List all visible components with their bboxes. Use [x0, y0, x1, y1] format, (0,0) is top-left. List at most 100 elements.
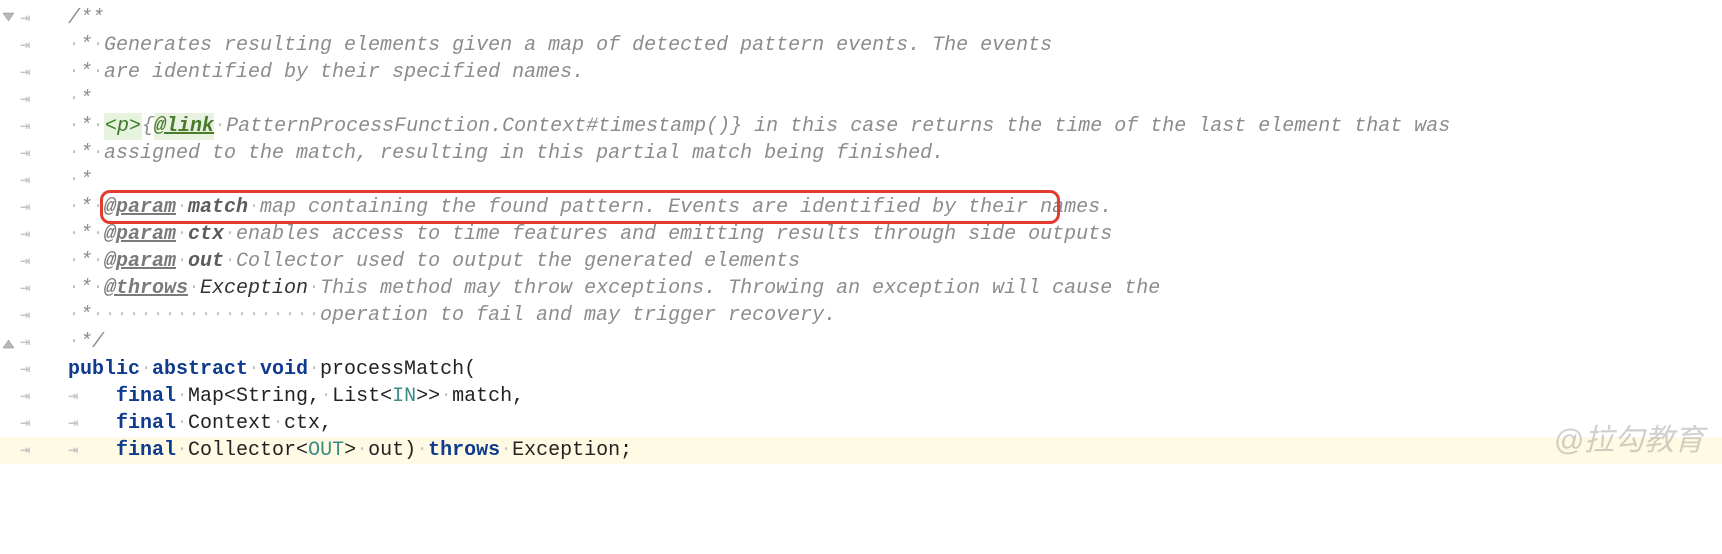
javadoc-star: * — [80, 248, 92, 275]
whitespace-dot — [68, 194, 80, 221]
whitespace-dot — [116, 302, 128, 329]
whitespace-dot — [176, 302, 188, 329]
javadoc-brace: } — [730, 113, 742, 140]
whitespace-dot — [272, 302, 284, 329]
code-line[interactable]: * — [0, 167, 1722, 194]
whitespace-dot — [320, 383, 332, 410]
javadoc-star: * — [80, 194, 92, 221]
gutter — [0, 437, 20, 464]
whitespace-dot — [128, 302, 140, 329]
whitespace-dot — [308, 302, 320, 329]
whitespace-dot — [176, 383, 188, 410]
whitespace-dot — [248, 356, 260, 383]
whitespace-dot — [224, 248, 236, 275]
whitespace-tab — [20, 275, 68, 303]
whitespace-dot — [68, 248, 80, 275]
javadoc-param-desc: enables access to time features and emit… — [236, 221, 1112, 248]
whitespace-tab — [20, 356, 68, 384]
code-line[interactable]: */ — [0, 329, 1722, 356]
keyword-throws: throws — [428, 437, 500, 464]
code-line[interactable]: * are identified by their specified name… — [0, 59, 1722, 86]
whitespace-dot — [68, 167, 80, 194]
javadoc-star: * — [80, 113, 92, 140]
code-line[interactable]: * operation to fail and may trigger reco… — [0, 302, 1722, 329]
whitespace-dot — [140, 302, 152, 329]
whitespace-tab — [20, 248, 68, 276]
javadoc-star: * — [80, 302, 92, 329]
whitespace-dot — [92, 140, 104, 167]
whitespace-dot — [68, 32, 80, 59]
whitespace-dot — [416, 437, 428, 464]
keyword-final: final — [116, 437, 176, 464]
param-ctx: ctx — [284, 410, 320, 437]
keyword-public: public — [68, 356, 140, 383]
whitespace-dot — [176, 221, 188, 248]
whitespace-dot — [188, 275, 200, 302]
code-line[interactable]: * @param ctx enables access to time feat… — [0, 221, 1722, 248]
type-collector: Collector — [188, 437, 296, 464]
code-line-active[interactable]: final Collector<OUT> out) throws Excepti… — [0, 437, 1722, 464]
javadoc-param-tag: @param — [104, 248, 176, 275]
javadoc-text: are identified by their specified names. — [104, 59, 584, 86]
whitespace-dot — [284, 302, 296, 329]
whitespace-dot — [212, 302, 224, 329]
whitespace-dot — [164, 302, 176, 329]
javadoc-throws-desc: This method may throw exceptions. Throwi… — [320, 275, 1160, 302]
code-line[interactable]: * @param match map containing the found … — [0, 194, 1722, 221]
javadoc-param-tag: @param — [104, 194, 176, 221]
gutter — [0, 221, 20, 248]
whitespace-dot — [68, 302, 80, 329]
whitespace-dot — [356, 437, 368, 464]
code-line[interactable]: final Context ctx, — [0, 410, 1722, 437]
comma: , — [308, 383, 320, 410]
whitespace-tab — [20, 437, 68, 465]
type-map: Map — [188, 383, 224, 410]
whitespace-dot — [92, 113, 104, 140]
javadoc-close: */ — [80, 329, 104, 356]
javadoc-link-tag: @link — [154, 113, 214, 140]
javadoc-param-name: match — [188, 194, 248, 221]
whitespace-tab — [20, 410, 68, 438]
whitespace-dot — [248, 302, 260, 329]
gutter — [0, 302, 20, 329]
whitespace-tab — [68, 410, 116, 438]
whitespace-dot — [296, 302, 308, 329]
type-string: String — [236, 383, 308, 410]
whitespace-dot — [214, 113, 226, 140]
whitespace-dot — [224, 221, 236, 248]
whitespace-dot — [440, 383, 452, 410]
code-line[interactable]: * @param out Collector used to output th… — [0, 248, 1722, 275]
gutter — [0, 86, 20, 113]
type-exception: Exception — [512, 437, 620, 464]
comma: , — [320, 410, 332, 437]
whitespace-dot — [68, 86, 80, 113]
code-line[interactable]: * <p>{@linkPatternProcessFunction.Contex… — [0, 113, 1722, 140]
javadoc-star: * — [80, 221, 92, 248]
code-line[interactable]: final Map<String, List<IN>> match, — [0, 383, 1722, 410]
code-line[interactable]: * assigned to the match, resulting in th… — [0, 140, 1722, 167]
whitespace-dot — [176, 248, 188, 275]
javadoc-star: * — [80, 275, 92, 302]
javadoc-text: assigned to the match, resulting in this… — [104, 140, 944, 167]
code-line[interactable]: * — [0, 86, 1722, 113]
javadoc-throws-tag: @throws — [104, 275, 188, 302]
whitespace-dot — [68, 113, 80, 140]
whitespace-dot — [248, 194, 260, 221]
whitespace-dot — [92, 194, 104, 221]
whitespace-dot — [272, 410, 284, 437]
whitespace-dot — [236, 302, 248, 329]
code-line[interactable]: /** — [0, 5, 1722, 32]
whitespace-dot — [68, 59, 80, 86]
code-line[interactable]: public abstract void processMatch( — [0, 356, 1722, 383]
angle-open: < — [380, 383, 392, 410]
code-line[interactable]: * Generates resulting elements given a m… — [0, 32, 1722, 59]
whitespace-dot — [188, 302, 200, 329]
fold-collapse-icon[interactable] — [2, 336, 15, 349]
whitespace-tab — [68, 437, 116, 465]
angle-close: > — [344, 437, 356, 464]
whitespace-dot — [260, 302, 272, 329]
code-line[interactable]: * @throws Exception This method may thro… — [0, 275, 1722, 302]
fold-collapse-icon[interactable] — [2, 12, 15, 25]
javadoc-star: * — [80, 167, 92, 194]
code-editor[interactable]: /** * Generates resulting elements given… — [0, 0, 1722, 464]
